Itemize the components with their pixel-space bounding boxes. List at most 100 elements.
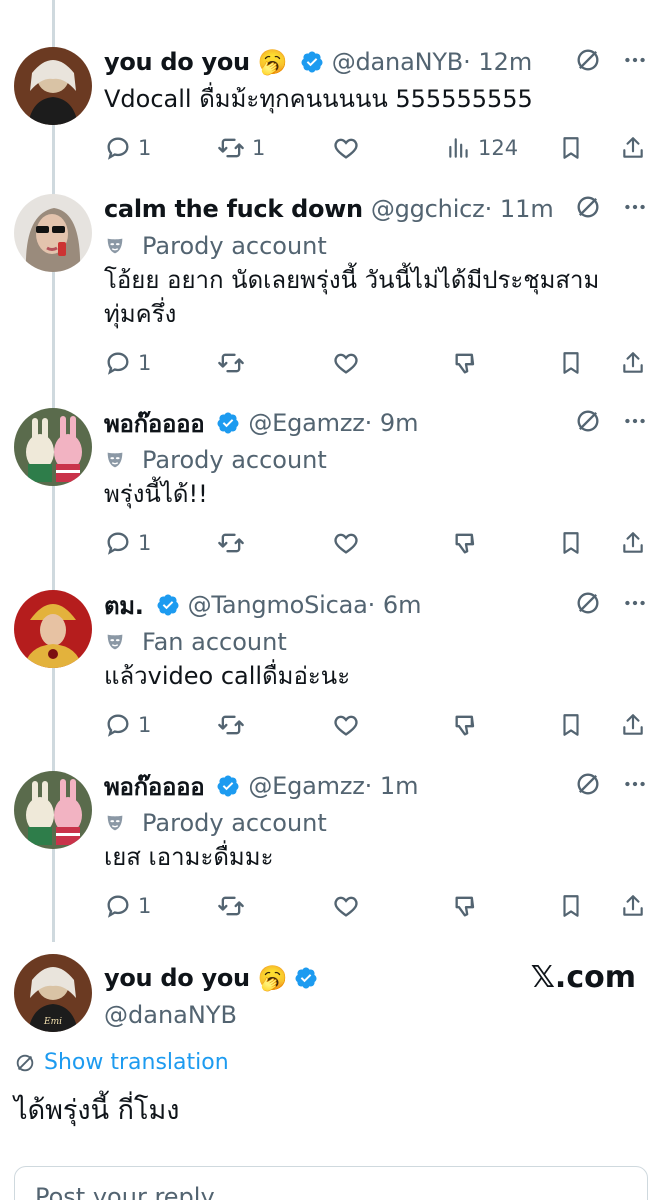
downvote-button[interactable] (452, 343, 480, 383)
author-handle[interactable]: @ggchicz (371, 195, 485, 223)
author-handle[interactable]: @TangmoSicaa (188, 591, 368, 619)
reply-avatar[interactable] (14, 771, 92, 849)
repost-button[interactable]: 1 (216, 128, 265, 168)
share-icon (620, 529, 646, 557)
post-time[interactable]: · 11m (485, 195, 554, 223)
verified-icon (150, 593, 180, 617)
views-count: 124 (478, 136, 519, 160)
brand-watermark: 𝕏.com (530, 960, 636, 995)
author-name[interactable]: พอก๊ออออ (104, 404, 205, 443)
repost-icon (216, 529, 246, 557)
reply-avatar[interactable] (14, 590, 92, 668)
repost-icon (216, 349, 246, 377)
author-name[interactable]: ตม. (104, 586, 144, 625)
bookmark-button[interactable] (558, 343, 584, 383)
repost-button[interactable] (216, 343, 246, 383)
tweet-text-line: Vdocall ดื่มม้ะทุกคนนนนน 555555555 (104, 85, 533, 113)
tweet-text-line: โอ้ยย อยาก นัดเลยพรุ่งนี้ วันนี้ไม่ได้มี… (104, 266, 600, 294)
post-time[interactable]: · 9m (365, 409, 419, 437)
mask-icon (104, 449, 134, 471)
author-handle[interactable]: @danaNYB (332, 48, 464, 76)
bookmark-button[interactable] (558, 705, 584, 745)
like-button[interactable] (332, 128, 360, 168)
bookmark-button[interactable] (558, 128, 584, 168)
heart-icon (332, 529, 360, 557)
author-handle[interactable]: @Egamzz (248, 772, 364, 800)
reply-input[interactable]: Post your reply (14, 1166, 648, 1200)
reply-avatar[interactable] (14, 194, 92, 272)
repost-button[interactable] (216, 886, 246, 926)
verified-icon (210, 774, 240, 798)
views-button[interactable]: 124 (446, 128, 518, 168)
heart-icon (332, 892, 360, 920)
more-options-icon[interactable] (622, 47, 648, 77)
downvote-button[interactable] (452, 523, 480, 563)
downvote-button[interactable] (452, 886, 480, 926)
bookmark-icon (558, 529, 584, 557)
translate-slash-icon[interactable] (574, 193, 602, 225)
more-options-icon[interactable] (622, 590, 648, 620)
share-button[interactable] (620, 343, 646, 383)
heart-icon (332, 349, 360, 377)
downvote-button[interactable] (452, 705, 480, 745)
like-button[interactable] (332, 886, 360, 926)
post-time[interactable]: · 1m (365, 772, 419, 800)
repost-button[interactable] (216, 705, 246, 745)
like-button[interactable] (332, 523, 360, 563)
post-time[interactable]: · 6m (368, 591, 422, 619)
repost-button[interactable] (216, 523, 246, 563)
author-name[interactable]: you do you (104, 48, 250, 76)
author-handle[interactable]: @Egamzz (248, 409, 364, 437)
reply-count: 1 (138, 531, 152, 555)
share-button[interactable] (620, 523, 646, 563)
bookmark-button[interactable] (558, 523, 584, 563)
mask-icon (104, 631, 134, 653)
show-translation-link[interactable]: Show translation (14, 1050, 229, 1075)
reply-button[interactable]: 1 (104, 128, 151, 168)
like-button[interactable] (332, 343, 360, 383)
account-label-text: Parody account (142, 232, 327, 260)
author-name[interactable]: พอก๊ออออ (104, 767, 205, 806)
downvote-icon (452, 892, 480, 920)
downvote-icon (452, 349, 480, 377)
author-name[interactable]: calm the fuck down (104, 195, 363, 223)
reply-button[interactable]: 1 (104, 523, 151, 563)
main-author-handle[interactable]: @danaNYB (104, 998, 648, 1032)
bookmark-icon (558, 134, 584, 162)
translate-slash-icon[interactable] (574, 589, 602, 621)
more-options-icon[interactable] (622, 771, 648, 801)
reply-icon (104, 892, 132, 920)
repost-icon (216, 892, 246, 920)
account-label: Parody account (104, 806, 648, 840)
reply-avatar[interactable] (14, 408, 92, 486)
mask-icon (104, 812, 134, 834)
main-author-name[interactable]: you do you (104, 964, 250, 992)
main-avatar[interactable]: Emi (14, 954, 92, 1032)
verified-icon (210, 411, 240, 435)
share-icon (620, 349, 646, 377)
reply-button[interactable]: 1 (104, 886, 151, 926)
more-options-icon[interactable] (622, 408, 648, 438)
reply-button[interactable]: 1 (104, 343, 151, 383)
bookmark-button[interactable] (558, 886, 584, 926)
reply-button[interactable]: 1 (104, 705, 151, 745)
more-options-icon[interactable] (622, 194, 648, 224)
show-translation-label[interactable]: Show translation (44, 1050, 229, 1075)
share-button[interactable] (620, 886, 646, 926)
share-button[interactable] (620, 128, 646, 168)
reply-count: 1 (138, 713, 152, 737)
translate-slash-icon[interactable] (574, 770, 602, 802)
bookmark-icon (558, 349, 584, 377)
repost-icon (216, 134, 246, 162)
like-button[interactable] (332, 705, 360, 745)
bookmark-icon (558, 892, 584, 920)
reply-avatar[interactable] (14, 47, 92, 125)
share-icon (620, 134, 646, 162)
share-button[interactable] (620, 705, 646, 745)
downvote-icon (452, 529, 480, 557)
repost-icon (216, 711, 246, 739)
translate-slash-icon[interactable] (574, 407, 602, 439)
tweet-text-line: เยส เอามะดื่มมะ (104, 843, 274, 871)
translate-slash-icon[interactable] (574, 46, 602, 78)
post-time[interactable]: · 12m (463, 48, 532, 76)
